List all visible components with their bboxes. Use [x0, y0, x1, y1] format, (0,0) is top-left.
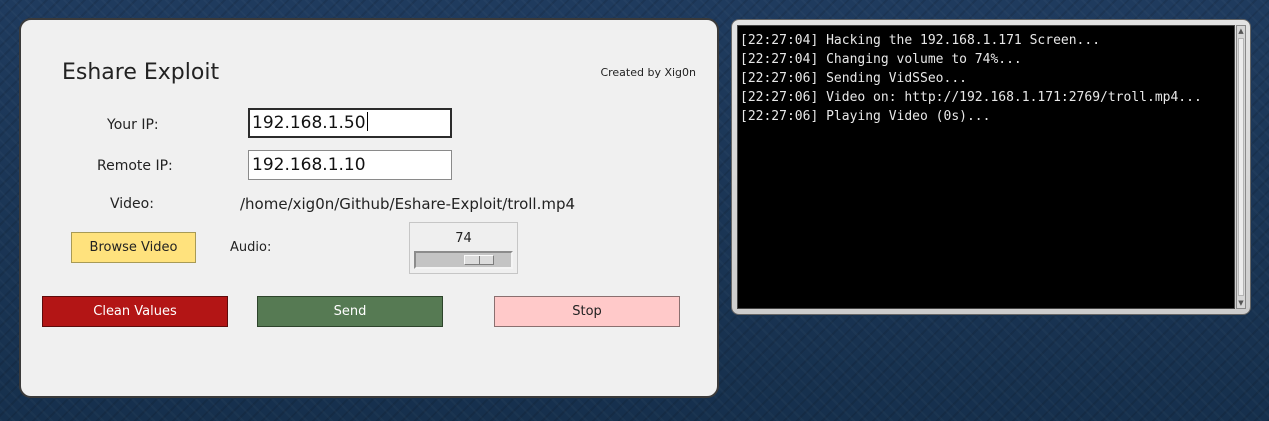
- credit-label: Created by Xig0n: [600, 66, 696, 79]
- remote-ip-input[interactable]: 192.168.1.10: [248, 150, 452, 180]
- slider-thumb[interactable]: [464, 255, 494, 265]
- your-ip-label: Your IP:: [107, 117, 159, 133]
- console-line: [22:27:06] Video on: http://192.168.1.17…: [740, 90, 1202, 105]
- audio-volume-slider[interactable]: [414, 251, 513, 269]
- stop-button[interactable]: Stop: [494, 296, 680, 327]
- text-caret: [366, 112, 368, 131]
- scroll-up-icon[interactable]: ▲: [1237, 26, 1245, 36]
- scroll-track[interactable]: [1238, 38, 1244, 296]
- main-panel: Eshare Exploit Created by Xig0n Your IP:…: [19, 18, 719, 398]
- console-line: [22:27:06] Playing Video (0s)...: [740, 109, 991, 124]
- scroll-down-icon[interactable]: ▼: [1237, 298, 1245, 308]
- video-label: Video:: [110, 196, 154, 212]
- audio-volume-value: 74: [455, 231, 472, 246]
- video-path: /home/xig0n/Github/Eshare-Exploit/troll.…: [240, 195, 576, 213]
- console-line: [22:27:04] Hacking the 192.168.1.171 Scr…: [740, 33, 1101, 48]
- clean-values-button[interactable]: Clean Values: [42, 296, 228, 327]
- console-output: [22:27:04] Hacking the 192.168.1.171 Scr…: [737, 25, 1235, 309]
- your-ip-input[interactable]: 192.168.1.50: [248, 108, 452, 138]
- browse-video-button[interactable]: Browse Video: [71, 232, 196, 263]
- app-title: Eshare Exploit: [62, 60, 220, 85]
- remote-ip-value: 192.168.1.10: [252, 155, 366, 175]
- console-window: [22:27:04] Hacking the 192.168.1.171 Scr…: [731, 19, 1251, 315]
- audio-volume-control: 74: [409, 222, 518, 274]
- console-scrollbar[interactable]: ▲ ▼: [1236, 25, 1246, 309]
- audio-label: Audio:: [230, 240, 272, 255]
- console-line: [22:27:06] Sending VidSSeo...: [740, 71, 967, 86]
- remote-ip-label: Remote IP:: [97, 158, 173, 174]
- console-line: [22:27:04] Changing volume to 74%...: [740, 52, 1022, 67]
- send-button[interactable]: Send: [257, 296, 443, 327]
- your-ip-value: 192.168.1.50: [252, 113, 366, 133]
